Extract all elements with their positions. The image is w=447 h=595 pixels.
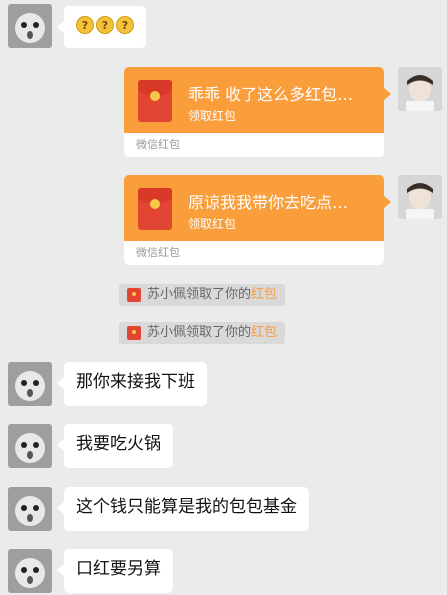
red-packet-claimed-notice: 苏小佩领取了你的红包 (119, 284, 286, 306)
emoji-message[interactable]: ? ? ? (57, 6, 146, 48)
red-envelope-icon (127, 288, 141, 302)
contact-avatar[interactable] (8, 487, 52, 531)
red-packet-message[interactable]: 乖乖 收了这么多红包… 领取红包 微信红包 (124, 67, 391, 157)
text-message[interactable]: 我要吃火锅 (57, 424, 173, 468)
confused-emoji-icon: ? (96, 16, 114, 34)
baby-face-icon (8, 362, 52, 406)
contact-avatar[interactable] (8, 4, 52, 48)
red-packet-action: 领取红包 (188, 217, 237, 231)
baby-face-icon (8, 549, 52, 593)
confused-emoji-icon: ? (116, 16, 134, 34)
baby-face-icon (8, 487, 52, 531)
red-packet-action: 领取红包 (188, 109, 237, 123)
red-envelope-icon (127, 326, 141, 340)
self-avatar[interactable] (398, 67, 442, 111)
red-packet-footer: 微信红包 (124, 241, 384, 265)
red-packet-title: 原谅我我带你去吃点… (188, 193, 349, 212)
red-packet-claimed-notice: 苏小佩领取了你的红包 (119, 322, 286, 344)
contact-avatar[interactable] (8, 362, 52, 406)
red-packet-message[interactable]: 原谅我我带你去吃点… 领取红包 微信红包 (124, 175, 391, 265)
contact-avatar[interactable] (8, 424, 52, 468)
baby-face-icon (8, 424, 52, 468)
red-envelope-icon (138, 188, 172, 230)
red-packet-title: 乖乖 收了这么多红包… (188, 85, 354, 104)
contact-avatar[interactable] (8, 549, 52, 593)
notice-red-packet-link[interactable]: 红包 (251, 325, 277, 340)
self-avatar[interactable] (398, 175, 442, 219)
confused-emoji-icon: ? (76, 16, 94, 34)
notice-text: 苏小佩领取了你的 (147, 325, 252, 340)
man-portrait-icon (398, 67, 442, 111)
red-envelope-icon (138, 80, 172, 122)
man-portrait-icon (398, 175, 442, 219)
text-message[interactable]: 那你来接我下班 (57, 362, 207, 406)
text-message[interactable]: 这个钱只能算是我的包包基金 (57, 487, 309, 531)
red-packet-footer: 微信红包 (124, 133, 384, 157)
notice-red-packet-link[interactable]: 红包 (251, 287, 277, 302)
notice-text: 苏小佩领取了你的 (147, 287, 252, 302)
text-message[interactable]: 口红要另算 (57, 549, 173, 593)
baby-face-icon (8, 4, 52, 48)
